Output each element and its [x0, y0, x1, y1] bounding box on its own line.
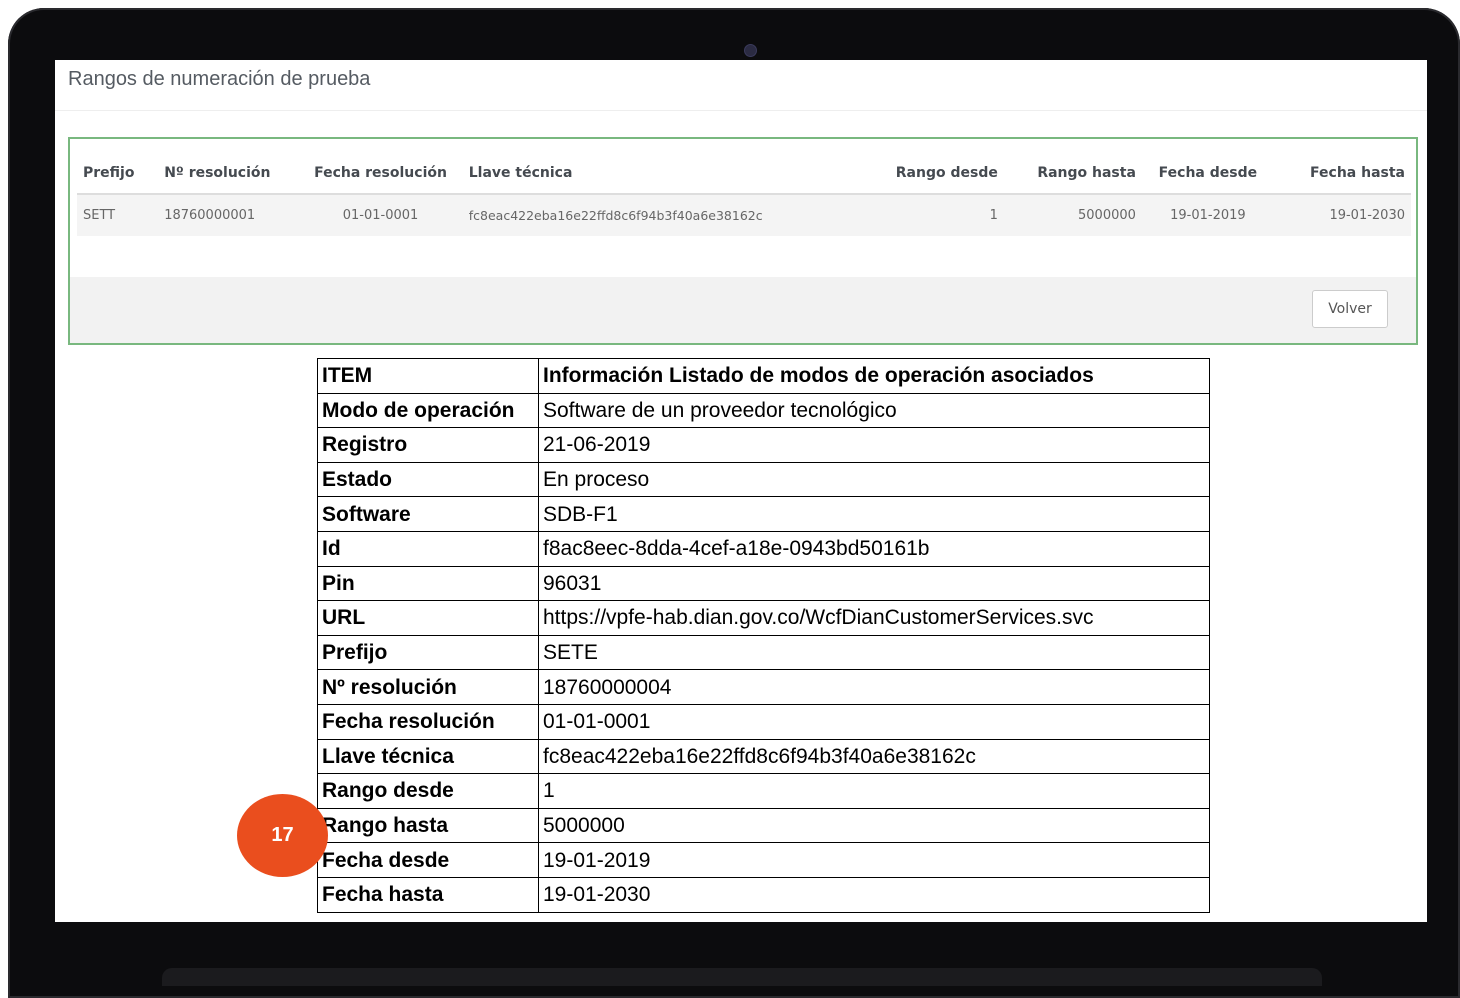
table-cell: 18760000001 — [158, 194, 299, 236]
info-key-cell: URL — [317, 600, 539, 636]
ranges-table: Prefijo Nº resolución Fecha resolución L… — [77, 153, 1411, 236]
table-cell: 19-01-2019 — [1141, 194, 1274, 236]
info-value-cell: SETE — [538, 634, 1210, 671]
info-table-row: Pin 96031 — [317, 565, 1210, 602]
table-cell: 1 — [853, 194, 1004, 236]
info-value-cell: 21-06-2019 — [538, 427, 1210, 463]
info-key-cell: Prefijo — [317, 634, 539, 671]
info-header-item: ITEM — [317, 358, 539, 394]
info-table-row: Fecha resolución 01-01-0001 — [317, 703, 1210, 740]
info-table-row: Estado En proceso — [317, 461, 1210, 498]
info-value-cell: En proceso — [538, 461, 1210, 498]
column-header[interactable]: Fecha hasta — [1273, 153, 1411, 195]
info-key-cell: Software — [317, 496, 539, 532]
info-value-cell: 1 — [538, 773, 1210, 809]
info-table: ITEM Información Listado de modos de ope… — [317, 358, 1210, 913]
info-key-cell: Modo de operación — [317, 392, 539, 429]
info-table-header: ITEM Información Listado de modos de ope… — [317, 358, 1210, 394]
info-table-row: Rango desde 1 — [317, 773, 1210, 809]
info-table-row: Id f8ac8eec-8dda-4cef-a18e-0943bd50161b — [317, 530, 1210, 567]
info-key-cell: Fecha resolución — [317, 703, 539, 740]
table-cell: 19-01-2030 — [1273, 194, 1411, 236]
page-number-badge: 17 — [237, 794, 328, 877]
table-cell: 5000000 — [1003, 194, 1142, 236]
info-table-row: Prefijo SETE — [317, 634, 1210, 671]
info-key-cell: Registro — [317, 427, 539, 463]
info-value-cell: 5000000 — [538, 807, 1210, 844]
camera-icon — [744, 44, 757, 57]
info-value-cell: 18760000004 — [538, 669, 1210, 705]
info-value-cell: fc8eac422eba16e22ffd8c6f94b3f40a6e38162c — [538, 738, 1210, 775]
info-table-row: Modo de operación Software de un proveedo… — [317, 392, 1210, 429]
column-header[interactable]: Rango desde — [853, 153, 1004, 195]
title-divider — [55, 110, 1427, 111]
table-header-row: Prefijo Nº resolución Fecha resolución L… — [77, 153, 1411, 195]
info-key-cell: Fecha hasta — [317, 876, 539, 913]
info-table-row: Software SDB-F1 — [317, 496, 1210, 532]
info-table-row: URL https://vpfe-hab.dian.gov.co/WcfDianC… — [317, 600, 1210, 636]
info-value-cell: Software de un proveedor tecnológico — [538, 392, 1210, 429]
info-value-cell: 19-01-2030 — [538, 876, 1210, 913]
info-table-row: Registro 21-06-2019 — [317, 427, 1210, 463]
ranges-panel: Prefijo Nº resolución Fecha resolución L… — [68, 137, 1418, 345]
info-key-cell: Estado — [317, 461, 539, 498]
table-cell: SETT — [77, 194, 159, 236]
column-header[interactable]: Llave técnica — [462, 153, 854, 195]
column-header[interactable]: Prefijo — [77, 153, 159, 195]
column-header[interactable]: Rango hasta — [1003, 153, 1142, 195]
page-title: Rangos de numeración de prueba — [68, 68, 371, 90]
back-button[interactable]: Volver — [1312, 290, 1388, 328]
info-key-cell: Pin — [317, 565, 539, 602]
laptop-base — [162, 968, 1322, 986]
info-key-cell: Nº resolución — [317, 669, 539, 705]
info-table-row: Nº resolución 18760000004 — [317, 669, 1210, 705]
column-header[interactable]: Fecha resolución — [298, 153, 463, 195]
info-value-cell: SDB-F1 — [538, 496, 1210, 532]
info-header-info: Información Listado de modos de operació… — [538, 358, 1210, 394]
info-table-row: Llave técnica fc8eac422eba16e22ffd8c6f94b… — [317, 738, 1210, 775]
column-header[interactable]: Fecha desde — [1141, 153, 1274, 195]
info-value-cell: 19-01-2019 — [538, 842, 1210, 878]
info-table-row: Fecha hasta 19-01-2030 — [317, 876, 1210, 913]
info-value-cell: f8ac8eec-8dda-4cef-a18e-0943bd50161b — [538, 530, 1210, 567]
info-key-cell: Llave técnica — [317, 738, 539, 775]
info-table-row: Fecha desde 19-01-2019 — [317, 842, 1210, 878]
info-value-cell: 96031 — [538, 565, 1210, 602]
column-header[interactable]: Nº resolución — [158, 153, 299, 195]
info-value-cell: https://vpfe-hab.dian.gov.co/WcfDianCust… — [538, 600, 1210, 636]
table-cell: fc8eac422eba16e22ffd8c6f94b3f40a6e38162c — [462, 194, 854, 236]
table-row[interactable]: SETT 18760000001 01-01-0001 fc8eac422eba… — [77, 194, 1411, 236]
screen: Rangos de numeración de prueba Prefijo N… — [55, 60, 1427, 922]
table-cell: 01-01-0001 — [298, 194, 463, 236]
info-key-cell: Id — [317, 530, 539, 567]
info-value-cell: 01-01-0001 — [538, 703, 1210, 740]
info-table-row: Rango hasta 5000000 — [317, 807, 1210, 844]
info-key-cell: Fecha desde — [317, 842, 539, 878]
info-key-cell: Rango hasta — [317, 807, 539, 844]
panel-footer: Volver — [70, 277, 1416, 343]
info-key-cell: Rango desde — [317, 773, 539, 809]
